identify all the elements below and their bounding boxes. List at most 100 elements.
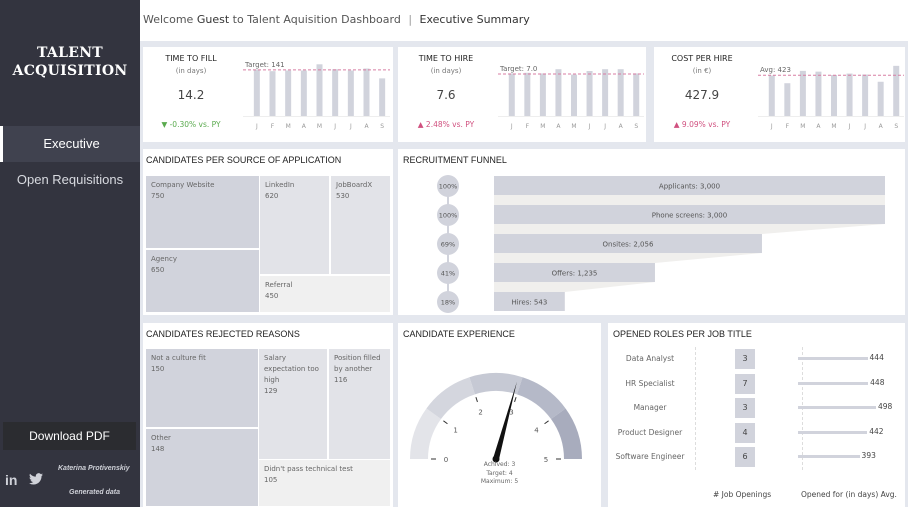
treemap-cell[interactable]: Agency 650 <box>145 249 261 313</box>
cell-label: Company Website <box>151 181 215 189</box>
month-tick-label: M <box>540 123 545 130</box>
role-openings: 3 <box>735 398 755 418</box>
kpi-cost-per-hire: COST PER HIRE (in €) 427.9 ▲ 9.09% vs. P… <box>654 47 905 142</box>
treemap-cell[interactable]: Not a culture fit 150 <box>145 348 260 428</box>
treemap-cell[interactable]: LinkedIn 620 <box>259 175 330 275</box>
month-tick-label: A <box>556 123 561 130</box>
kpi-value: 7.6 <box>436 88 456 102</box>
month-tick-label: A <box>302 123 307 130</box>
kpi-bar <box>571 74 577 116</box>
month-tick-label: F <box>271 123 275 130</box>
kpi-bar <box>285 70 292 116</box>
kpi-bar <box>363 68 370 116</box>
kpi-bar <box>379 78 386 116</box>
kpi-delta: ▲ 9.09% vs. PY <box>673 120 731 129</box>
cell-value: 530 <box>336 192 350 200</box>
header-to: to <box>232 13 244 26</box>
funnel-pct-label: 18% <box>441 299 455 307</box>
role-openings: 6 <box>735 447 755 467</box>
role-days-value: 393 <box>861 451 876 460</box>
month-tick-label: M <box>831 123 836 130</box>
funnel-pct-label: 41% <box>441 270 455 278</box>
funnel-pct-label: 100% <box>439 212 458 220</box>
header-page: Executive Summary <box>419 13 530 26</box>
social-links: in <box>5 472 51 488</box>
kpi-bar <box>799 70 806 116</box>
experience-panel: CANDIDATE EXPERIENCE 012345 Achived: 3 T… <box>398 323 601 507</box>
nav-open-requisitions[interactable]: Open Requisitions <box>0 162 140 198</box>
month-tick-label: S <box>894 123 898 130</box>
treemap-cell[interactable]: Company Website 750 <box>145 175 261 249</box>
kpi-bar <box>815 71 822 116</box>
month-tick-label: A <box>816 123 821 130</box>
treemap-cell[interactable]: JobBoardX 530 <box>330 175 391 275</box>
cell-value: 620 <box>265 192 279 200</box>
kpi-bar <box>316 64 323 116</box>
cell-value: 129 <box>264 387 278 395</box>
funnel-bar-label: Hires: 543 <box>511 299 547 307</box>
kpi-bar <box>253 69 260 116</box>
kpi-unit: (in days) <box>175 67 207 75</box>
month-tick-label: M <box>286 123 291 130</box>
treemap-cell[interactable]: Didn't pass technical test 105 <box>258 459 391 507</box>
treemap-cell[interactable]: Salary expectation too high 129 <box>258 348 328 461</box>
kpi-bar <box>347 70 354 116</box>
kpi-unit: (in €) <box>692 67 712 75</box>
kpi-bar <box>586 71 593 116</box>
gauge-maximum: Maximum: 5 <box>480 478 519 485</box>
month-tick-label: S <box>634 123 638 130</box>
role-days-value: 448 <box>870 377 885 387</box>
sidebar: TALENT ACQUISITION Executive Open Requis… <box>0 0 140 507</box>
month-tick-label: A <box>364 123 369 130</box>
twitter-icon[interactable] <box>29 472 44 488</box>
gauge-tick-label: 1 <box>453 427 457 435</box>
role-days-bar <box>798 406 876 409</box>
role-days-value: 442 <box>869 426 884 436</box>
kpi-bar <box>784 83 791 116</box>
funnel-bar-label: Applicants: 3,000 <box>659 183 720 191</box>
source-panel: CANDIDATES PER SOURCE OF APPLICATION Com… <box>143 149 393 315</box>
credit-note: Generated data <box>69 489 120 496</box>
cell-label: Not a culture fit <box>151 354 206 362</box>
download-pdf-button[interactable]: Download PDF <box>3 422 136 450</box>
gauge-tick <box>475 397 478 403</box>
cell-label: JobBoardX <box>336 181 373 189</box>
cell-label: Salary expectation too high <box>264 354 319 384</box>
role-title: Software Engineer <box>615 452 685 461</box>
month-tick-label: S <box>380 123 384 130</box>
divider <box>695 347 696 470</box>
column-days-label: Opened for (in days) Avg. <box>801 490 897 499</box>
month-tick-label: J <box>349 123 352 130</box>
gauge-target: Target: 4 <box>486 469 513 477</box>
kpi-bar <box>300 70 307 116</box>
treemap-cell[interactable]: Other 148 <box>145 428 260 507</box>
month-tick-label: J <box>333 123 336 130</box>
month-tick-label: J <box>603 123 606 130</box>
reference-label: Target: 141 <box>244 61 285 69</box>
gauge-tick <box>443 420 448 425</box>
month-tick-label: J <box>863 123 866 130</box>
nav-executive[interactable]: Executive <box>0 126 140 162</box>
linkedin-icon[interactable]: in <box>5 472 17 488</box>
kpi-bar-chart: J F M A M J J A S Target: 141 <box>243 61 390 130</box>
credit-author: Katerina Protivenskiy <box>58 465 130 472</box>
kpi-bar <box>846 73 853 116</box>
treemap-cell[interactable]: Referral 450 <box>259 275 391 313</box>
funnel-chart: Applicants: 3,000 100% Phone screens: 3,00… <box>437 175 885 313</box>
kpi-bar <box>617 69 624 116</box>
cell-value: 750 <box>151 192 165 200</box>
treemap-cell[interactable]: Position filled by another 116 <box>328 348 391 461</box>
month-tick-label: M <box>800 123 805 130</box>
cell-label: Position filled by another <box>334 354 381 373</box>
roles-panel: OPENED ROLES PER JOB TITLE Data Analyst 3… <box>608 323 905 507</box>
header-separator: | <box>408 13 413 26</box>
column-openings-label: # Job Openings <box>713 490 772 499</box>
kpi-bar <box>555 69 562 116</box>
funnel-pct-label: 100% <box>439 183 458 191</box>
gauge-needle <box>493 381 517 460</box>
reference-label: Avg: 423 <box>760 66 791 74</box>
role-title: Data Analyst <box>625 354 675 363</box>
month-tick-label: A <box>619 123 624 130</box>
role-days-bar <box>798 430 868 434</box>
cell-label: Agency <box>151 255 177 263</box>
